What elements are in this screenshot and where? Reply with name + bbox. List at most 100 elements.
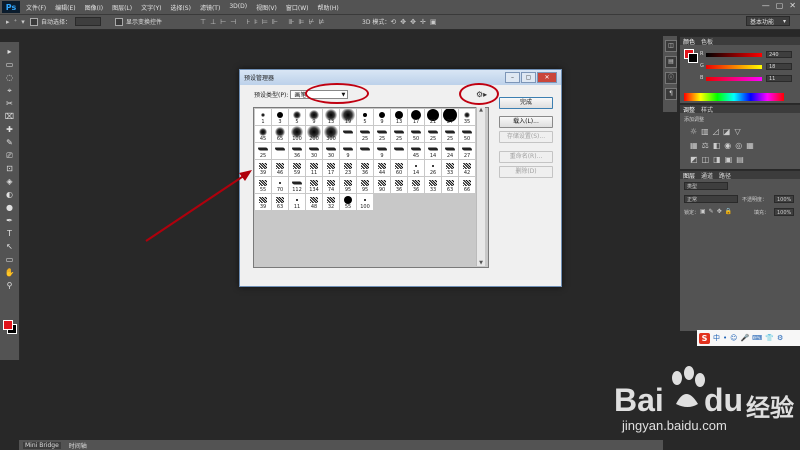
menu-layer[interactable]: 图层(L) [112, 3, 132, 12]
brush-preset-cell[interactable]: 17 [323, 160, 339, 176]
brush-preset-cell[interactable]: 9 [374, 143, 390, 159]
brush-preset-cell[interactable]: 95 [357, 177, 373, 193]
minimize-button[interactable]: — [762, 1, 770, 10]
green-slider[interactable] [706, 65, 762, 69]
red-value-field[interactable]: 240 [766, 51, 792, 58]
load-button[interactable]: 载入(L)... [499, 116, 553, 128]
marquee-tool-icon[interactable]: ▭ [4, 59, 16, 70]
maximize-button[interactable]: ▢ [776, 1, 784, 10]
brush-preset-cell[interactable]: 36 [408, 177, 424, 193]
properties-panel-icon[interactable]: ▤ [665, 56, 677, 68]
brush-preset-cell[interactable]: 25 [357, 126, 373, 142]
zoom-tool-icon[interactable]: ⚲ [4, 280, 16, 291]
hue-icon[interactable]: ▦ [690, 141, 698, 150]
paragraph-panel-icon[interactable]: ¶ [665, 88, 677, 100]
quick-select-tool-icon[interactable]: ⌖ [4, 85, 16, 96]
threshold-icon[interactable]: ◨ [713, 155, 721, 164]
fill-field[interactable]: 100% [774, 208, 794, 216]
brush-preset-cell[interactable]: 33 [442, 160, 458, 176]
brush-preset-cell[interactable] [272, 143, 288, 159]
color-lookup-icon[interactable]: ▦ [746, 141, 754, 150]
menu-edit[interactable]: 编辑(E) [55, 3, 75, 12]
close-button[interactable]: ✕ [789, 1, 796, 10]
menu-help[interactable]: 帮助(H) [318, 3, 339, 12]
opacity-field[interactable]: 100% [774, 195, 794, 203]
brush-preset-cell[interactable]: 33 [425, 177, 441, 193]
done-button[interactable]: 完成 [499, 97, 553, 109]
brush-preset-cell[interactable]: 45 [255, 126, 271, 142]
show-transform-option[interactable]: 显示变换控件 [115, 17, 162, 26]
brush-preset-cell[interactable]: 50 [459, 126, 475, 142]
brush-preset-cell[interactable]: 55 [340, 194, 356, 210]
dialog-minimize-button[interactable]: – [505, 72, 520, 83]
tab-color[interactable]: 颜色 [683, 37, 695, 46]
menu-image[interactable]: 图像(I) [85, 3, 103, 12]
ime-voice-icon[interactable]: 🎤 [740, 334, 749, 342]
align-buttons[interactable]: ⊤⊥⊢⊣ ⊦⊧⊨⊩ ⊪⊫⊬⊭ [200, 17, 329, 26]
tab-layers[interactable]: 图层 [683, 171, 695, 180]
color-spectrum-ramp[interactable] [684, 93, 784, 101]
ime-punctuation-icon[interactable]: • [723, 334, 727, 342]
brush-preset-cell[interactable]: 9 [374, 109, 390, 125]
brush-preset-cell[interactable]: 100 [289, 126, 305, 142]
dodge-tool-icon[interactable]: ● [4, 202, 16, 213]
brush-preset-cell[interactable]: 9 [306, 109, 322, 125]
brush-preset-cell[interactable]: 300 [323, 126, 339, 142]
brush-preset-cell[interactable]: 26 [425, 160, 441, 176]
tab-swatches[interactable]: 色板 [701, 37, 713, 46]
brush-preset-cell[interactable]: 200 [306, 126, 322, 142]
dialog-maximize-button[interactable]: ▢ [521, 72, 536, 83]
brightness-icon[interactable]: ☼ [690, 127, 697, 136]
history-brush-tool-icon[interactable]: ⊡ [4, 163, 16, 174]
brush-preset-cell[interactable]: 36 [391, 177, 407, 193]
vibrance-icon[interactable]: ▽ [734, 127, 740, 136]
tab-styles[interactable]: 样式 [701, 105, 713, 114]
black-white-icon[interactable]: ◧ [713, 141, 721, 150]
brush-preset-cell[interactable]: 65 [272, 126, 288, 142]
brush-preset-cell[interactable]: 25 [391, 126, 407, 142]
move-tool-icon[interactable]: ▸ [4, 46, 16, 57]
brush-preset-cell[interactable]: 30 [323, 143, 339, 159]
tab-adjustments[interactable]: 调整 [683, 105, 695, 114]
shape-tool-icon[interactable]: ▭ [4, 254, 16, 265]
brush-preset-cell[interactable]: 11 [289, 194, 305, 210]
brush-preset-cell[interactable]: 134 [306, 177, 322, 193]
foreground-color-swatch[interactable] [3, 320, 13, 330]
brush-preset-cell[interactable]: 14 [425, 143, 441, 159]
ime-emoji-icon[interactable]: ☺ [730, 334, 737, 342]
color-balance-icon[interactable]: ⚖ [702, 141, 709, 150]
brush-preset-cell[interactable]: 17 [408, 109, 424, 125]
history-panel-icon[interactable]: ◫ [665, 40, 677, 52]
dialog-close-button[interactable]: ✕ [537, 72, 557, 83]
brush-preset-cell[interactable]: 63 [272, 194, 288, 210]
brush-preset-cell[interactable]: 48 [306, 194, 322, 210]
brush-preset-cell[interactable]: 25 [425, 126, 441, 142]
delete-button[interactable]: 删除(D) [499, 166, 553, 178]
auto-select-option[interactable]: 自动选择： [30, 17, 102, 26]
brush-preset-cell[interactable]: 25 [374, 126, 390, 142]
info-panel-icon[interactable]: ⓘ [665, 72, 677, 84]
brush-preset-cell[interactable]: 36 [289, 143, 305, 159]
brush-preset-cell[interactable]: 5 [289, 109, 305, 125]
brush-preset-cell[interactable]: 100 [357, 194, 373, 210]
save-set-button[interactable]: 存储设置(S)... [499, 131, 553, 143]
brush-preset-cell[interactable]: 14 [408, 160, 424, 176]
move-tool-preset[interactable]: ▸⁺▾ [6, 17, 29, 26]
eraser-tool-icon[interactable]: ◈ [4, 176, 16, 187]
brush-preset-cell[interactable]: 44 [374, 160, 390, 176]
gradient-map-icon[interactable]: ▤ [736, 155, 744, 164]
brush-preset-cell[interactable]: 112 [289, 177, 305, 193]
lock-icons[interactable]: ▣✎✥🔒 [700, 208, 735, 215]
brush-preset-cell[interactable]: 50 [408, 126, 424, 142]
brush-preset-cell[interactable]: 35 [459, 109, 475, 125]
brush-preset-cell[interactable]: 66 [459, 177, 475, 193]
scroll-down-icon[interactable]: ▼ [477, 260, 485, 266]
posterize-icon[interactable]: ◫ [702, 155, 710, 164]
pen-tool-icon[interactable]: ✒ [4, 215, 16, 226]
brush-preset-cell[interactable]: 70 [272, 177, 288, 193]
hand-tool-icon[interactable]: ✋ [4, 267, 16, 278]
layer-kind-filter[interactable]: 类型 [684, 182, 728, 190]
menu-type[interactable]: 文字(Y) [141, 3, 161, 12]
color-panel-background-swatch[interactable] [688, 53, 698, 63]
brush-tool-icon[interactable]: ✎ [4, 137, 16, 148]
